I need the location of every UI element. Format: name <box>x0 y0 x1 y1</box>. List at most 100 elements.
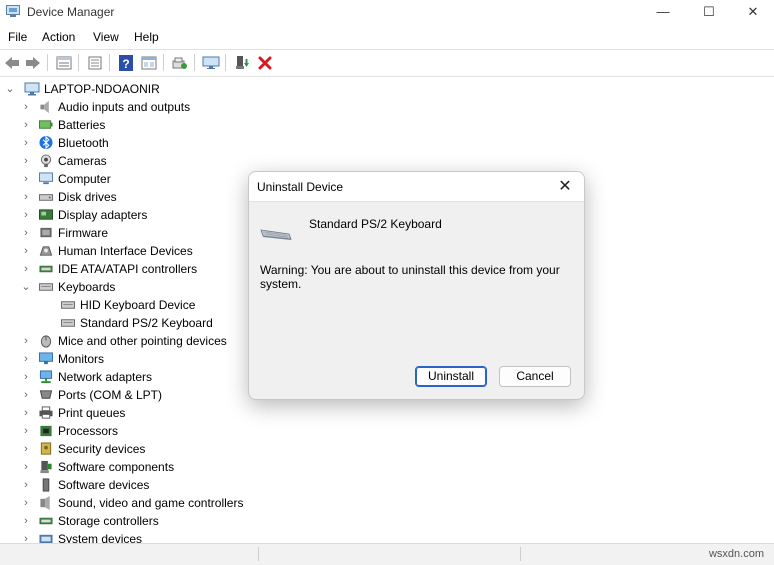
menu-help[interactable]: Help <box>134 30 159 44</box>
tree-category-label: Computer <box>58 172 111 186</box>
tree-category[interactable]: ⌄ Keyboards <box>20 278 115 296</box>
list-button[interactable] <box>85 53 105 72</box>
tree-category[interactable]: › Computer <box>20 170 111 188</box>
speaker-icon <box>40 100 49 114</box>
tree-category[interactable]: › Disk drives <box>20 188 117 206</box>
dialog-close-button[interactable]: ✕ <box>552 174 578 200</box>
chevron-right-icon[interactable]: › <box>20 514 32 528</box>
uninstall-button[interactable] <box>255 53 275 72</box>
menu-view[interactable]: View <box>93 30 119 44</box>
tree-category-label: Print queues <box>58 406 126 420</box>
tree-category[interactable]: › Software devices <box>20 476 149 494</box>
svg-text:?: ? <box>122 57 129 71</box>
close-button[interactable]: ✕ <box>730 0 774 26</box>
update-driver-button[interactable] <box>201 53 221 72</box>
monitor-icon <box>39 352 53 365</box>
tree-category[interactable]: › Mice and other pointing devices <box>20 332 227 350</box>
chevron-down-icon[interactable]: ⌄ <box>4 82 16 96</box>
back-button[interactable] <box>2 53 22 72</box>
chevron-right-icon[interactable]: › <box>20 388 32 402</box>
tree-device-label: Standard PS/2 Keyboard <box>80 316 213 330</box>
printer-icon <box>39 406 53 419</box>
tree-category[interactable]: › System devices <box>20 530 142 543</box>
dialog-device-name: Standard PS/2 Keyboard <box>309 217 442 231</box>
chevron-right-icon[interactable]: › <box>20 352 32 366</box>
device-manager-icon <box>6 5 20 17</box>
tree-device[interactable]: Standard PS/2 Keyboard <box>54 314 213 332</box>
add-driver-icon <box>236 55 249 69</box>
maximize-button[interactable]: ☐ <box>686 0 732 26</box>
chevron-right-icon[interactable]: › <box>20 244 32 258</box>
chevron-right-icon[interactable]: › <box>20 172 32 186</box>
tree-category[interactable]: › Display adapters <box>20 206 147 224</box>
scan-hardware-icon <box>172 57 187 69</box>
tree-category[interactable]: › Security devices <box>20 440 145 458</box>
tree-category[interactable]: › Ports (COM & LPT) <box>20 386 162 404</box>
chevron-right-icon[interactable]: › <box>20 496 32 510</box>
scan-hardware-button[interactable] <box>170 53 190 72</box>
tree-category-label: Sound, video and game controllers <box>58 496 244 510</box>
help-button[interactable]: ? <box>116 53 136 72</box>
tree-category[interactable]: › Network adapters <box>20 368 152 386</box>
chevron-right-icon[interactable]: › <box>20 226 32 240</box>
tree-device[interactable]: HID Keyboard Device <box>54 296 195 314</box>
chevron-right-icon[interactable]: › <box>20 442 32 456</box>
toolbar-separator <box>225 54 226 71</box>
chevron-right-icon[interactable]: › <box>20 460 32 474</box>
add-driver-button[interactable] <box>232 53 252 72</box>
tree-category[interactable]: › Processors <box>20 422 118 440</box>
tree-category[interactable]: › Cameras <box>20 152 107 170</box>
chevron-right-icon[interactable]: › <box>20 334 32 348</box>
monitor-icon <box>202 56 220 69</box>
chevron-right-icon[interactable]: › <box>20 100 32 114</box>
help-icon: ? <box>119 54 133 71</box>
tree-category[interactable]: › Bluetooth <box>20 134 109 152</box>
camera-icon <box>40 154 52 168</box>
tree-category-label: Network adapters <box>58 370 153 384</box>
chevron-right-icon[interactable]: › <box>20 424 32 438</box>
uninstall-confirm-button[interactable]: Uninstall <box>415 366 487 387</box>
tree-category[interactable]: › Sound, video and game controllers <box>20 494 243 512</box>
chevron-right-icon[interactable]: › <box>20 478 32 492</box>
menu-file[interactable]: File <box>8 30 27 44</box>
disk-icon <box>39 194 53 201</box>
chevron-right-icon[interactable]: › <box>20 262 32 276</box>
cancel-button[interactable]: Cancel <box>499 366 571 387</box>
computer-icon <box>24 82 40 96</box>
tree-category-label: Storage controllers <box>58 514 159 528</box>
chevron-right-icon[interactable]: › <box>20 118 32 132</box>
chevron-right-icon[interactable]: › <box>20 370 32 384</box>
chevron-right-icon[interactable]: › <box>20 136 32 150</box>
uninstall-dialog: Uninstall Device ✕ Standard PS/2 Keyboar… <box>248 171 585 400</box>
forward-button[interactable] <box>23 53 43 72</box>
toolbar: ? <box>0 49 774 77</box>
tree-category[interactable]: › Monitors <box>20 350 104 368</box>
root-label: LAPTOP-NDOAONIR <box>44 82 160 96</box>
computer-icon <box>39 172 53 185</box>
tree-root[interactable]: ⌄ LAPTOP-NDOAONIR <box>4 80 160 98</box>
network-icon <box>39 370 53 384</box>
tree-category[interactable]: › Software components <box>20 458 174 476</box>
tree-category[interactable]: › Print queues <box>20 404 125 422</box>
minimize-button[interactable]: — <box>640 0 686 26</box>
dialog-title: Uninstall Device <box>257 180 344 194</box>
tree-category[interactable]: › Firmware <box>20 224 108 242</box>
tree-category[interactable]: › IDE ATA/ATAPI controllers <box>20 260 197 278</box>
chevron-right-icon[interactable]: › <box>20 406 32 420</box>
tree-category[interactable]: › Storage controllers <box>20 512 159 530</box>
dialog-warning-text: Warning: You are about to uninstall this… <box>260 263 560 291</box>
chevron-right-icon[interactable]: › <box>20 190 32 204</box>
tree-category[interactable]: › Batteries <box>20 116 105 134</box>
tree-category-label: Batteries <box>58 118 106 132</box>
chevron-right-icon[interactable]: › <box>20 532 32 543</box>
chevron-down-icon[interactable]: ⌄ <box>20 280 32 294</box>
properties-button[interactable] <box>54 53 74 72</box>
tree-category[interactable]: › Human Interface Devices <box>20 242 193 260</box>
tree-category[interactable]: › Audio inputs and outputs <box>20 98 190 116</box>
resource-view-button[interactable] <box>139 53 159 72</box>
chevron-right-icon[interactable]: › <box>20 154 32 168</box>
tree-category-label: Cameras <box>58 154 107 168</box>
status-divider <box>258 547 259 561</box>
chevron-right-icon[interactable]: › <box>20 208 32 222</box>
menu-action[interactable]: Action <box>42 30 75 44</box>
